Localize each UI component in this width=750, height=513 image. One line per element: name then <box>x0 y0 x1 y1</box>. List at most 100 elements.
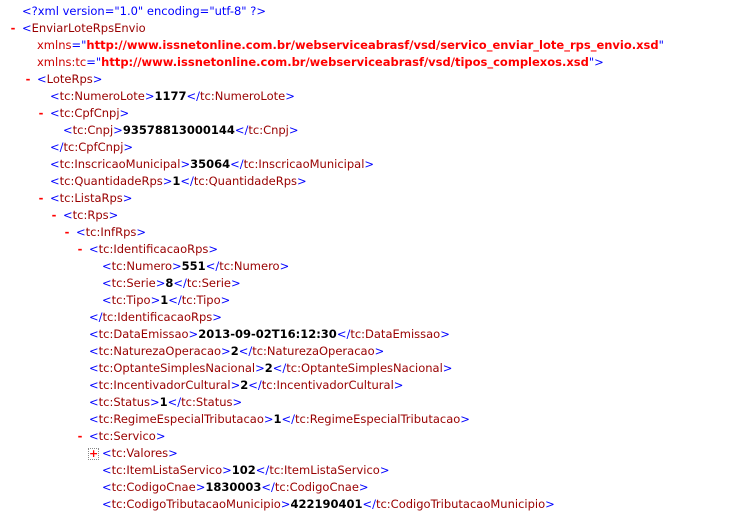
bracket: < <box>102 463 112 477</box>
bracket: </ <box>238 344 253 358</box>
xml-line-content: <tc:Tipo>1</tc:Tipo> <box>102 292 230 309</box>
bracket: </ <box>248 378 262 392</box>
closing-tag-name: tc:Serie <box>186 276 231 290</box>
xml-line-content: <tc:CpfCnpj> <box>50 105 129 122</box>
collapse-node-icon[interactable]: - <box>75 241 85 258</box>
collapse-node-icon[interactable]: - <box>62 224 72 241</box>
xml-line-content: <tc:CodigoCnae>1830003</tc:CodigoCnae> <box>102 479 369 496</box>
element-value: 1830003 <box>205 480 262 494</box>
bracket: < <box>50 174 60 188</box>
bracket: > <box>279 259 290 273</box>
bracket: > <box>545 497 555 511</box>
bracket: " <box>658 38 664 52</box>
xml-line-content: <?xml version="1.0" encoding="utf-8" ?> <box>22 3 266 20</box>
xml-declaration: <?xml version="1.0" encoding="utf-8" ?> <box>22 4 266 18</box>
xml-line: <tc:Serie>8</tc:Serie> <box>0 275 750 292</box>
closing-tag-name: tc:Tipo <box>181 293 221 307</box>
attribute-name: xmlns:tc <box>37 55 87 69</box>
tag-name: tc:InfRps <box>85 225 137 239</box>
xml-line-content: <tc:InfRps> <box>76 224 146 241</box>
bracket: =" <box>86 55 102 69</box>
xml-line-content: <tc:ListaRps> <box>50 190 132 207</box>
collapse-node-icon[interactable]: - <box>36 190 46 207</box>
xml-line-content: xmlns="http://www.issnetonline.com.br/we… <box>37 37 664 54</box>
xml-line: <?xml version="1.0" encoding="utf-8" ?> <box>0 3 750 20</box>
closing-tag-name: tc:Cnpj <box>248 123 289 137</box>
closing-tag-name: tc:DataEmissao <box>350 327 441 341</box>
bracket: > <box>123 140 134 154</box>
xml-line: <tc:OptanteSimplesNacional>2</tc:Optante… <box>0 360 750 377</box>
bracket: </ <box>261 480 275 494</box>
bracket: > <box>92 72 103 86</box>
bracket: </ <box>186 89 201 103</box>
bracket: > <box>119 106 130 120</box>
bracket: < <box>37 72 47 86</box>
closing-tag-name: tc:CodigoCnae <box>274 480 359 494</box>
xml-line-content: <tc:RegimeEspecialTributacao>1</tc:Regim… <box>89 411 470 428</box>
bracket: < <box>89 412 99 426</box>
bracket: > <box>285 89 295 103</box>
tag-name: tc:Status <box>98 395 150 409</box>
tag-name: tc:RegimeEspecialTributacao <box>98 412 264 426</box>
xml-line: <tc:Cnpj>93578813000144</tc:Cnpj> <box>0 122 750 139</box>
tag-name: tc:DataEmissao <box>98 327 189 341</box>
bracket: < <box>50 106 60 120</box>
collapse-node-icon[interactable]: - <box>23 71 33 88</box>
bracket: > <box>594 55 604 69</box>
xml-line: <tc:InscricaoMunicipal>35064</tc:Inscric… <box>0 156 750 173</box>
bracket: </ <box>336 327 351 341</box>
bracket: </ <box>180 174 194 188</box>
xml-line: - <tc:ListaRps> <box>0 190 750 207</box>
bracket: > <box>440 327 450 341</box>
bracket: </ <box>168 293 182 307</box>
xml-line-content: <tc:NaturezaOperacao>2</tc:NaturezaOpera… <box>89 343 384 360</box>
element-value: 551 <box>181 259 206 273</box>
closing-tag-name: tc:ItemListaServico <box>269 463 380 477</box>
collapse-node-icon[interactable]: - <box>36 105 46 122</box>
bracket: < <box>89 344 99 358</box>
collapse-node-icon[interactable]: - <box>8 20 18 37</box>
xml-line-content: <tc:IdentificacaoRps> <box>89 241 218 258</box>
xml-line-content: xmlns:tc="http://www.issnetonline.com.br… <box>37 54 604 71</box>
element-value: 2013-09-02T16:12:30 <box>198 327 337 341</box>
xml-line: <tc:IncentivadorCultural>2</tc:Incentiva… <box>0 377 750 394</box>
xml-tree-view: <?xml version="1.0" encoding="utf-8" ?> -… <box>0 3 750 513</box>
bracket: > <box>263 412 274 426</box>
collapse-node-icon[interactable]: - <box>49 207 59 224</box>
xml-line: - <tc:InfRps> <box>0 224 750 241</box>
xml-line: </tc:CpfCnpj> <box>0 139 750 156</box>
tag-name: tc:Valores <box>111 446 169 460</box>
xml-line-content: <tc:Rps> <box>63 207 118 224</box>
closing-tag-name: tc:NaturezaOperacao <box>252 344 375 358</box>
xml-line: - <EnviarLoteRpsEnvio <box>0 20 750 37</box>
collapse-node-icon[interactable]: - <box>75 428 85 445</box>
expand-node-icon[interactable]: + <box>88 448 99 460</box>
xml-line: - <LoteRps> <box>0 71 750 88</box>
tag-name: tc:IncentivadorCultural <box>98 378 231 392</box>
closing-tag-name: tc:Status <box>181 395 233 409</box>
xml-line: <tc:NumeroLote>1177</tc:NumeroLote> <box>0 88 750 105</box>
bracket: < <box>63 123 73 137</box>
bracket: > <box>180 157 191 171</box>
tag-name: tc:CodigoTributacaoMunicipio <box>111 497 281 511</box>
bracket: < <box>89 242 99 256</box>
bracket: > <box>113 123 123 137</box>
bracket: > <box>212 310 222 324</box>
xml-line: <tc:RegimeEspecialTributacao>1</tc:Regim… <box>0 411 750 428</box>
bracket: < <box>63 208 73 222</box>
tag-name: tc:Serie <box>111 276 156 290</box>
closing-tag-name: tc:CodigoTributacaoMunicipio <box>375 497 546 511</box>
element-value: 102 <box>231 463 256 477</box>
bracket: > <box>195 480 206 494</box>
bracket: </ <box>255 463 270 477</box>
xml-line: <tc:CodigoCnae>1830003</tc:CodigoCnae> <box>0 479 750 496</box>
attribute-value: http://www.issnetonline.com.br/webservic… <box>86 38 659 52</box>
xml-line-content: <tc:Serie>8</tc:Serie> <box>102 275 241 292</box>
bracket: > <box>358 480 369 494</box>
bracket: > <box>460 412 470 426</box>
xml-line: - <tc:CpfCnpj> <box>0 105 750 122</box>
bracket: < <box>89 327 99 341</box>
xml-line-content: <tc:Servico> <box>89 428 165 445</box>
bracket: </ <box>89 310 103 324</box>
bracket: </ <box>281 412 296 426</box>
